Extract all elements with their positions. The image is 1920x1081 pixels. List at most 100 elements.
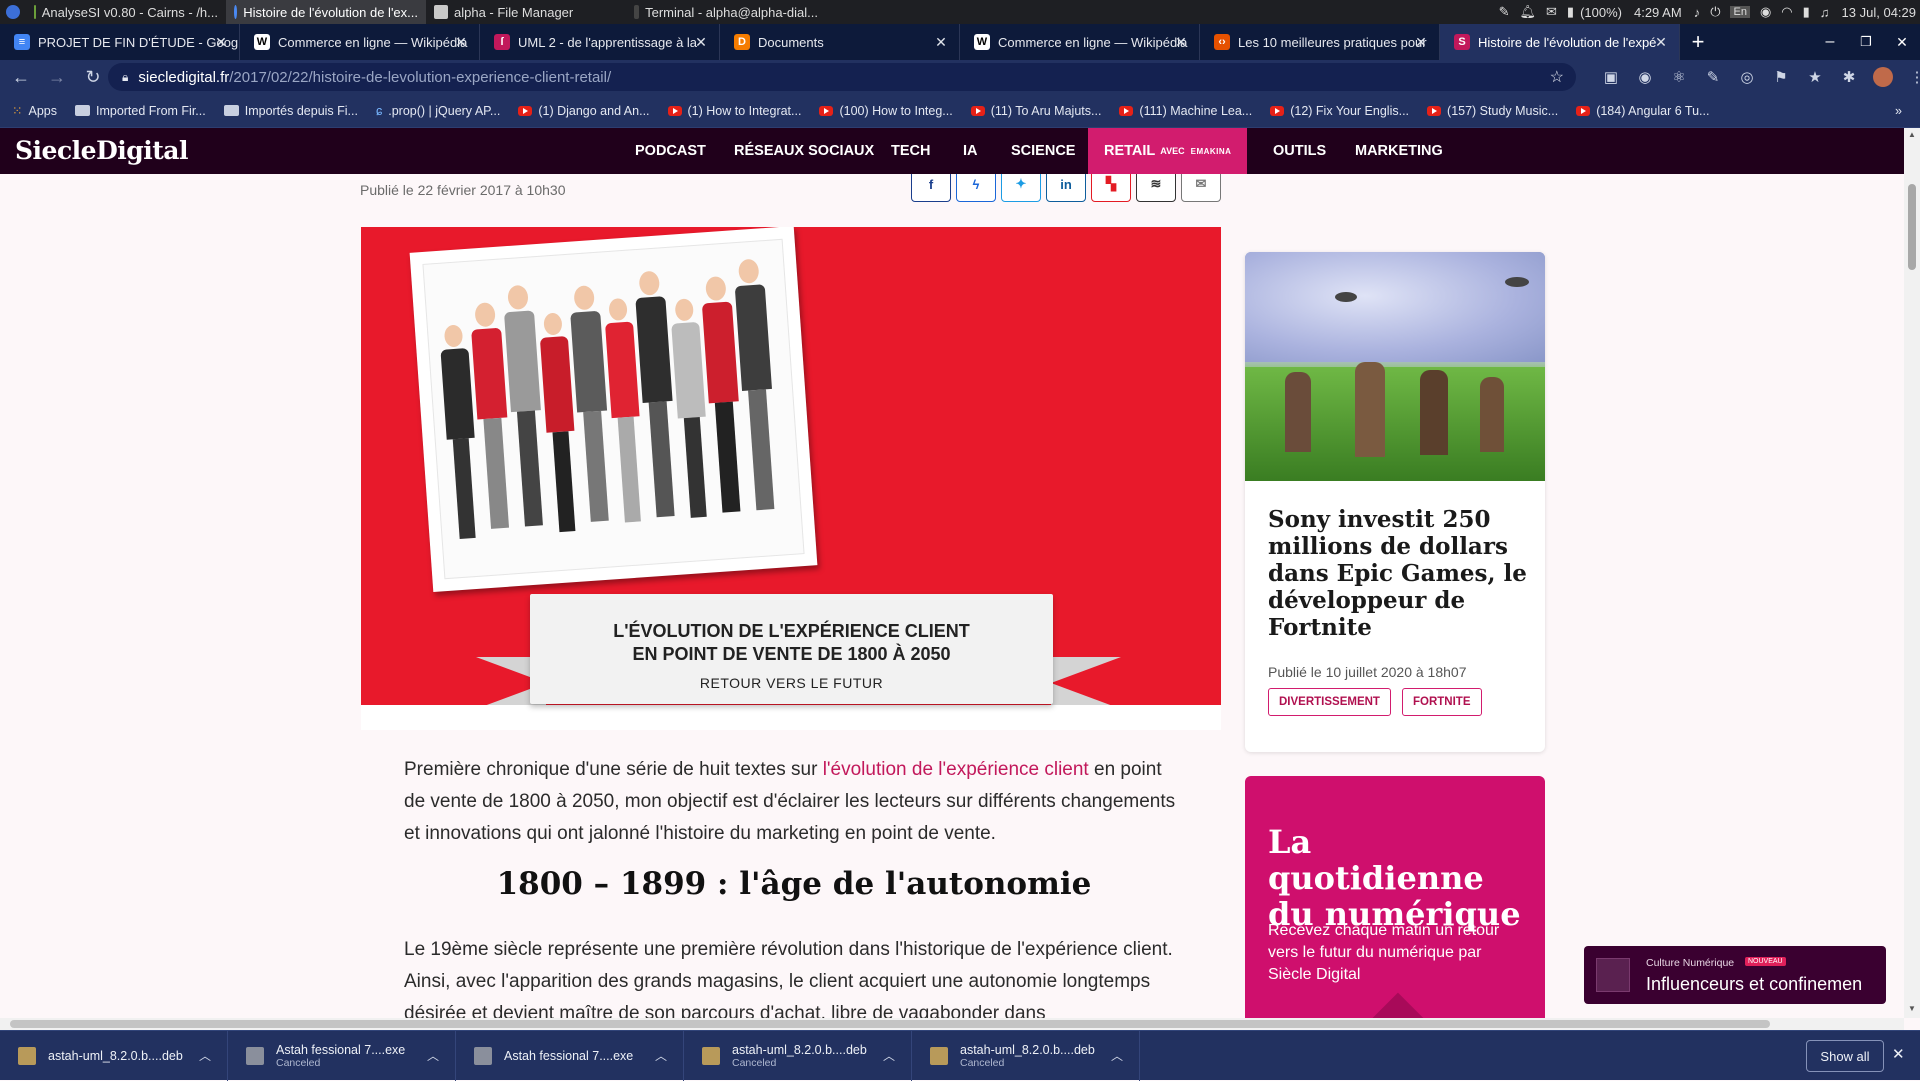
extension-react-icon[interactable]: ⚛ [1668,66,1690,88]
os-task-analysesi[interactable]: AnalyseSI v0.80 - Cairns - /h... [26,0,226,24]
chevron-up-icon[interactable]: ︿ [655,1047,667,1064]
share-buffer-button[interactable]: ≋ [1136,174,1176,202]
site-logo[interactable]: SiecleDigital [15,136,188,165]
related-article-title[interactable]: Sony investit 250 millions de dollars da… [1268,506,1528,641]
bookmark-youtube[interactable]: (12) Fix Your Englis... [1270,104,1409,118]
back-arrow-icon[interactable]: ← [6,62,36,92]
restore-icon[interactable]: ❐ [1848,34,1884,50]
scroll-up-arrow-icon[interactable]: ▲ [1908,130,1916,139]
close-icon[interactable]: ✕ [692,33,710,51]
close-icon[interactable]: ✕ [1652,33,1670,51]
extension-flag-icon[interactable]: ⚑ [1770,66,1792,88]
nav-science[interactable]: SCIENCE [1011,128,1075,174]
bookmark-youtube[interactable]: (1) How to Integrat... [667,104,801,118]
download-item[interactable]: Astah fessional 7....exe ︿ [456,1030,684,1081]
system-menu-icon[interactable] [6,5,20,19]
tab-commerce-wiki-2[interactable]: W Commerce en ligne — Wikipédia ✕ [960,24,1200,60]
share-flipboard-button[interactable]: ▚ [1091,174,1131,202]
browser-menu-icon[interactable]: ⋮ [1906,66,1920,88]
nav-tech[interactable]: TECH [891,128,930,174]
nav-ia[interactable]: IA [963,128,978,174]
minimize-icon[interactable]: – [1812,33,1848,51]
close-icon[interactable]: ✕ [452,33,470,51]
forward-arrow-icon[interactable]: → [42,62,72,92]
nav-outils[interactable]: OUTILS [1273,128,1326,174]
lock-icon[interactable]: 🔒︎ [122,70,128,85]
notes-icon[interactable]: ✎ [1499,4,1510,20]
tab-histoire-active[interactable]: S Histoire de l'évolution de l'expé ✕ [1440,24,1680,60]
horizontal-scroll-thumb[interactable] [10,1020,1770,1028]
download-item[interactable]: astah-uml_8.2.0.b....deb Canceled ︿ [684,1030,912,1081]
nav-reseaux-sociaux[interactable]: RÉSEAUX SOCIAUX [734,128,874,174]
extension-pen-icon[interactable]: ✎ [1702,66,1724,88]
extension-badge-icon[interactable]: ▣ [1600,66,1622,88]
chevron-up-icon[interactable]: ︿ [883,1047,895,1064]
bookmark-youtube[interactable]: (11) To Aru Majuts... [970,104,1101,118]
vertical-scrollbar[interactable]: ▲ ▼ [1904,128,1920,1018]
address-bar[interactable]: 🔒︎ siecledigital.fr/2017/02/22/histoire-… [108,63,1576,91]
tab-documents[interactable]: D Documents ✕ [720,24,960,60]
scroll-down-arrow-icon[interactable]: ▼ [1908,1004,1916,1013]
extension-star-icon[interactable]: ★ [1804,66,1826,88]
keyboard-layout[interactable]: En [1730,6,1750,18]
clock[interactable]: 4:29 AM [1634,5,1682,20]
close-icon[interactable]: ✕ [212,33,230,51]
bookmark-folder-importes[interactable]: Importés depuis Fi... [223,104,358,118]
bookmark-youtube[interactable]: (1) Django and An... [518,104,650,118]
share-twitter-button[interactable]: ✦ [1001,174,1041,202]
os-task-chrome[interactable]: Histoire de l'évolution de l'ex... [226,0,426,24]
network-icon[interactable]: ◉ [1760,4,1771,20]
tag-fortnite[interactable]: FORTNITE [1402,688,1482,716]
show-all-downloads-button[interactable]: Show all [1806,1040,1884,1072]
bookmark-star-icon[interactable]: ☆ [1550,67,1564,87]
tab-projet[interactable]: ≡ PROJET DE FIN D'ÉTUDE - Goog ✕ [0,24,240,60]
tab-uml2[interactable]: ſ UML 2 - de l'apprentissage à la ✕ [480,24,720,60]
wifi-icon[interactable]: ◠ [1781,4,1792,20]
chevron-up-icon[interactable]: ︿ [1111,1047,1123,1064]
horizontal-scrollbar[interactable] [0,1018,1904,1030]
reload-icon[interactable]: ↻ [78,62,108,92]
bookmark-youtube[interactable]: (184) Angular 6 Tu... [1576,104,1709,118]
close-icon[interactable]: ✕ [932,33,950,51]
bell-icon[interactable]: 🔔︎ [1519,4,1536,20]
extensions-puzzle-icon[interactable]: ✱ [1838,66,1860,88]
nav-podcast[interactable]: PODCAST [635,128,706,174]
vertical-scroll-thumb[interactable] [1908,184,1916,270]
os-task-terminal[interactable]: Terminal - alpha@alpha-dial... [626,0,826,24]
bookmark-folder-imported[interactable]: Imported From Fir... [74,104,206,118]
chevron-up-icon[interactable]: ︿ [427,1047,439,1064]
close-icon[interactable]: ✕ [1172,33,1190,51]
bookmark-youtube[interactable]: (100) How to Integ... [819,104,953,118]
bookmarks-overflow-icon[interactable]: » [1895,104,1902,118]
bookmark-jquery[interactable]: ɕ .prop() | jQuery AP... [376,104,500,118]
share-messenger-button[interactable]: ϟ [956,174,996,202]
window-close-icon[interactable]: ✕ [1884,34,1920,51]
intro-link[interactable]: l'évolution de l'expérience client [823,759,1089,780]
share-linkedin-button[interactable]: in [1046,174,1086,202]
download-item[interactable]: astah-uml_8.2.0.b....deb Canceled ︿ [912,1030,1140,1081]
close-icon[interactable]: ✕ [1412,33,1430,51]
chevron-up-icon[interactable]: ︿ [199,1047,211,1064]
nav-marketing[interactable]: MARKETING [1355,128,1443,174]
notification-toast[interactable]: Culture Numérique NOUVEAU Influenceurs e… [1584,946,1886,1004]
share-facebook-button[interactable]: f [911,174,951,202]
os-task-file-manager[interactable]: alpha - File Manager [426,0,626,24]
download-item[interactable]: Astah fessional 7....exe Canceled ︿ [228,1030,456,1081]
new-tab-plus-icon[interactable]: + [1680,24,1716,60]
share-email-button[interactable]: ✉ [1181,174,1221,202]
speaker-icon[interactable]: ♫ [1820,5,1830,20]
volume-icon[interactable]: ♪ [1694,5,1701,20]
related-article-card[interactable]: Sony investit 250 millions de dollars da… [1245,252,1545,752]
download-item[interactable]: astah-uml_8.2.0.b....deb ︿ [0,1030,228,1081]
nav-retail[interactable]: RETAIL AVEC EMAKINA [1088,128,1248,174]
extension-target-icon[interactable]: ◎ [1736,66,1758,88]
profile-avatar[interactable] [1872,66,1894,88]
tag-divertissement[interactable]: DIVERTISSEMENT [1268,688,1391,716]
tab-commerce-wiki-1[interactable]: W Commerce en ligne — Wikipédia ✕ [240,24,480,60]
bookmark-youtube[interactable]: (157) Study Music... [1427,104,1558,118]
bookmark-apps[interactable]: ⁙ Apps [12,103,57,119]
extension-eye-icon[interactable]: ◉ [1634,66,1656,88]
power-icon[interactable]: ⏻ [1710,4,1720,20]
close-download-shelf-icon[interactable]: ✕ [1892,1045,1905,1063]
mail-icon[interactable]: ✉ [1546,4,1557,20]
